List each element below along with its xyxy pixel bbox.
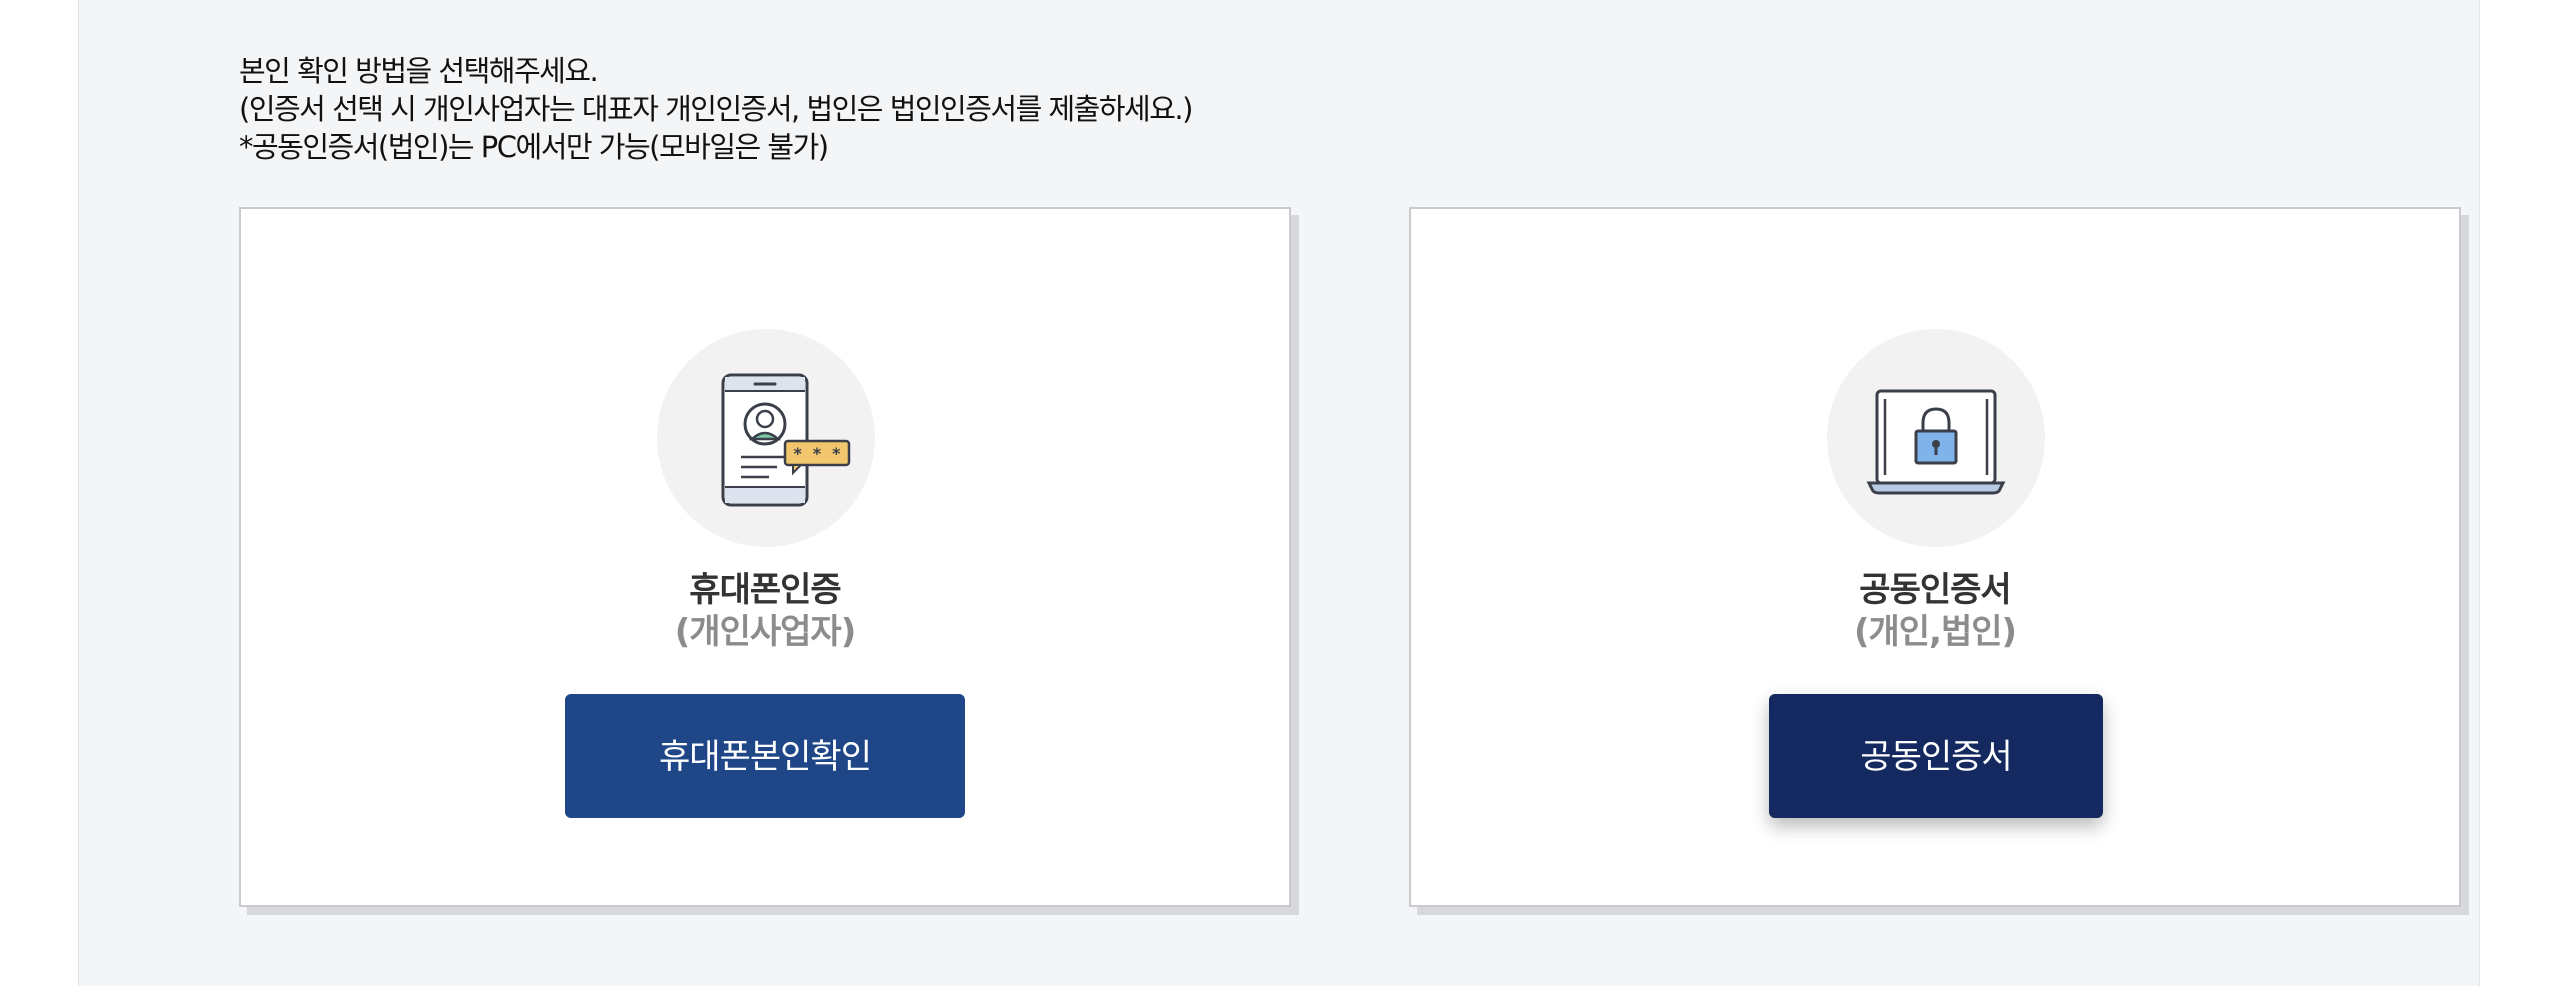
certificate-card: 공동인증서 (개인,법인) 공동인증서: [1409, 207, 2461, 907]
card-subtitle: (개인사업자): [674, 612, 856, 652]
content-panel: 본인 확인 방법을 선택해주세요. (인증서 선택 시 개인사업자는 대표자 개…: [78, 0, 2480, 986]
instructions: 본인 확인 방법을 선택해주세요. (인증서 선택 시 개인사업자는 대표자 개…: [239, 52, 1193, 166]
laptop-lock-icon: [1827, 329, 2045, 547]
card-subtitle: (개인,법인): [1853, 612, 2017, 652]
smartphone-auth-icon: * * *: [657, 329, 875, 547]
phone-verify-button[interactable]: 휴대폰본인확인: [565, 694, 965, 818]
certificate-button[interactable]: 공동인증서: [1769, 694, 2103, 818]
instruction-line-2: (인증서 선택 시 개인사업자는 대표자 개인인증서, 법인은 법인인증서를 제…: [239, 92, 1193, 126]
instruction-line-1: 본인 확인 방법을 선택해주세요.: [239, 54, 599, 88]
card-title: 공동인증서: [1859, 570, 2011, 610]
instruction-line-3: *공동인증서(법인)는 PC에서만 가능(모바일은 불가): [239, 130, 829, 164]
svg-text:* * *: * * *: [793, 444, 841, 463]
card-title: 휴대폰인증: [689, 570, 841, 610]
phone-auth-card: * * * 휴대폰인증 (개인사업자) 휴대폰본인확인: [239, 207, 1291, 907]
